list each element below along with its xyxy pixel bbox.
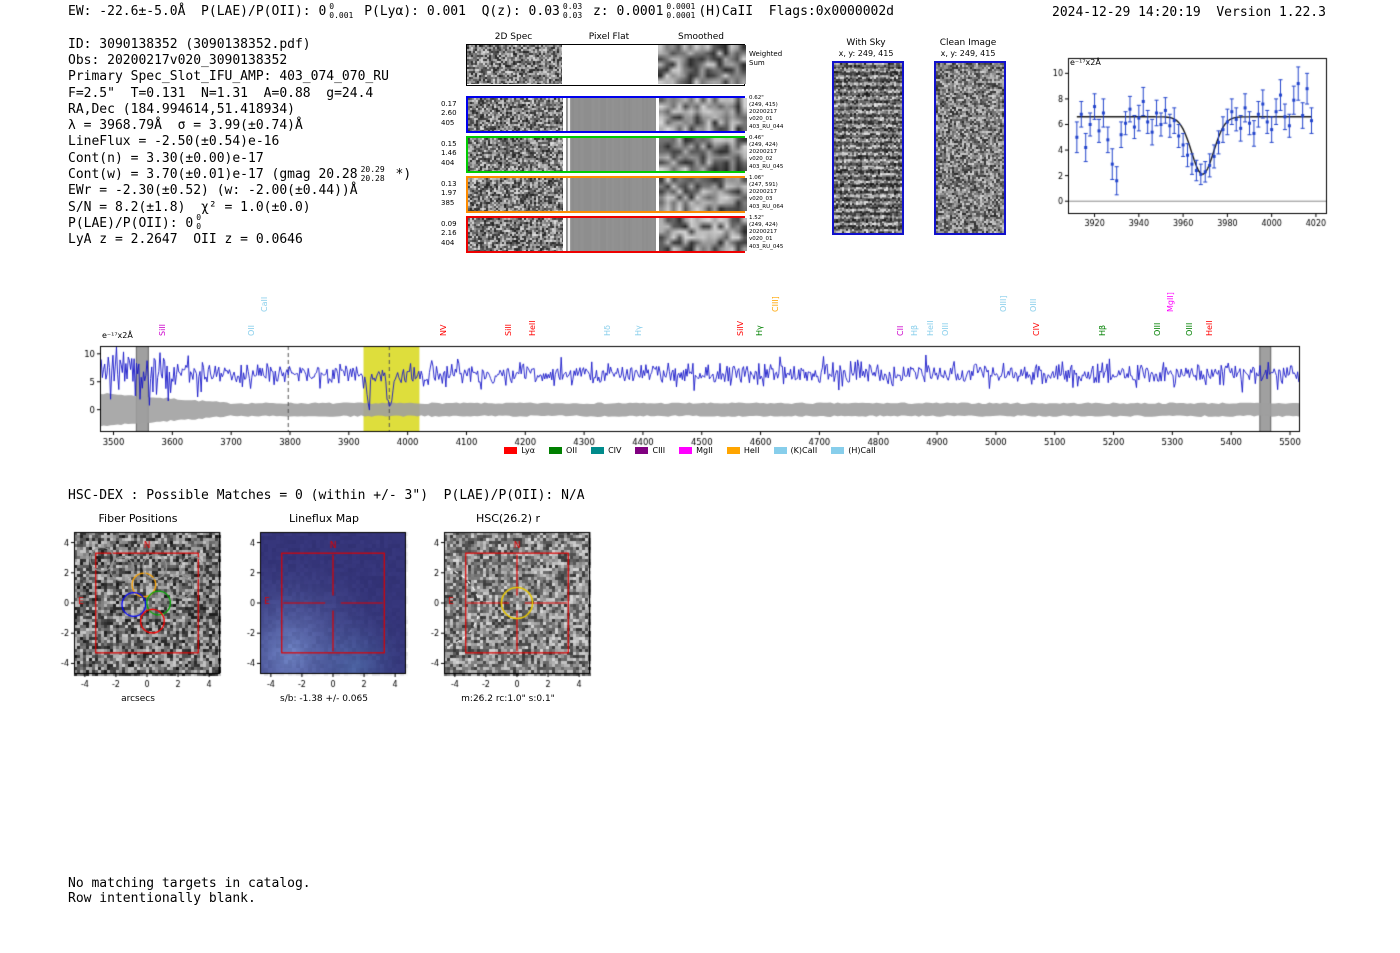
emission-line-label: NV (439, 324, 449, 336)
legend-item: CIV (591, 446, 621, 455)
legend-label: (H)CaII (848, 446, 876, 455)
legend-item: (K)CaII (773, 446, 818, 455)
emission-line-label: SiII (504, 323, 513, 336)
fiber-positions-plot (52, 528, 224, 692)
full-spectrum-plot (70, 340, 1310, 450)
legend-label: HeII (743, 446, 760, 455)
emission-line-label: Hγ (634, 325, 643, 336)
footer-note-1: No matching targets in catalog. (68, 876, 311, 891)
legend-item: (H)CaII (831, 446, 876, 455)
emission-line-label: CIV (1032, 322, 1042, 336)
hsc-dex-match-line: HSC-DEX : Possible Matches = 0 (within +… (68, 488, 585, 503)
emission-line-label: HeII (1205, 320, 1215, 336)
hsc-cutout-xlabel: m:26.2 rc:1.0" s:0.1" (461, 694, 555, 704)
emission-line-label: Hβ (910, 324, 920, 336)
fiber-positions-title: Fiber Positions (98, 512, 178, 525)
legend-swatch (504, 447, 518, 454)
emission-line-label: HeII (926, 320, 936, 336)
emission-line-label: Hβ (1098, 324, 1108, 336)
emission-line-label: OIII (941, 322, 951, 336)
hsc-cutout-title: HSC(26.2) r (475, 512, 541, 525)
legend-swatch (726, 447, 740, 454)
emission-line-label: MgII] (1166, 292, 1176, 312)
emission-line-label: CIII] (771, 296, 781, 312)
legend-item: HeII (726, 446, 760, 455)
legend-label: Lyα (521, 446, 536, 455)
emission-line-label: OIII (1028, 298, 1038, 312)
legend-item: OII (549, 446, 577, 455)
footer-note-2: Row intentionally blank. (68, 891, 256, 906)
legend-item: MgII (679, 446, 713, 455)
legend-swatch (591, 447, 605, 454)
spectrum-legend: Lyα OII CIV CIII MgII HeII (K)CaII (H)CaII (70, 446, 1310, 455)
emission-line-label: Hγ (754, 325, 764, 336)
lineflux-map-xlabel: s/b: -1.38 +/- 0.065 (280, 694, 368, 704)
emission-line-label: OII (246, 324, 256, 336)
legend-item: CIII (635, 446, 665, 455)
spectrum-units-annotation: e⁻¹⁷x2Å (102, 331, 133, 340)
legend-label: MgII (696, 446, 713, 455)
emission-line-label: OIII (1184, 322, 1194, 336)
lineflux-map-plot (238, 528, 410, 692)
legend-swatch (549, 447, 563, 454)
legend-swatch (679, 447, 693, 454)
legend-label: CIV (608, 446, 622, 455)
lineflux-map-title: Lineflux Map (288, 512, 360, 525)
emission-line-labels: SiII OII CaII NV SiII HeII Hδ Hγ SiIV Hγ CIII] CII H… (70, 0, 1310, 340)
legend-label: OII (566, 446, 578, 455)
emission-line-label: SiIV (736, 320, 746, 336)
emission-line-label: SiII (158, 323, 168, 336)
elixer-detection-report: EW: -22.6±-5.0Å P(LAE)/P(OII): 0 0 0.001 P… (0, 0, 1400, 953)
legend-swatch (773, 447, 787, 454)
emission-line-label: HeII (528, 320, 538, 336)
legend-label: CIII (652, 446, 666, 455)
fiber-positions-xlabel: arcsecs (121, 694, 155, 704)
legend-item: Lyα (504, 446, 535, 455)
emission-line-label: OIII] (998, 295, 1008, 313)
legend-label: (K)CaII (790, 446, 818, 455)
emission-line-label: CaII (260, 296, 270, 312)
legend-swatch (635, 447, 649, 454)
emission-line-label: OIII (1152, 322, 1162, 336)
emission-line-label: CII (895, 325, 905, 336)
legend-swatch (831, 447, 845, 454)
emission-line-label: Hδ (603, 325, 613, 336)
hsc-cutout-plot (422, 528, 594, 692)
